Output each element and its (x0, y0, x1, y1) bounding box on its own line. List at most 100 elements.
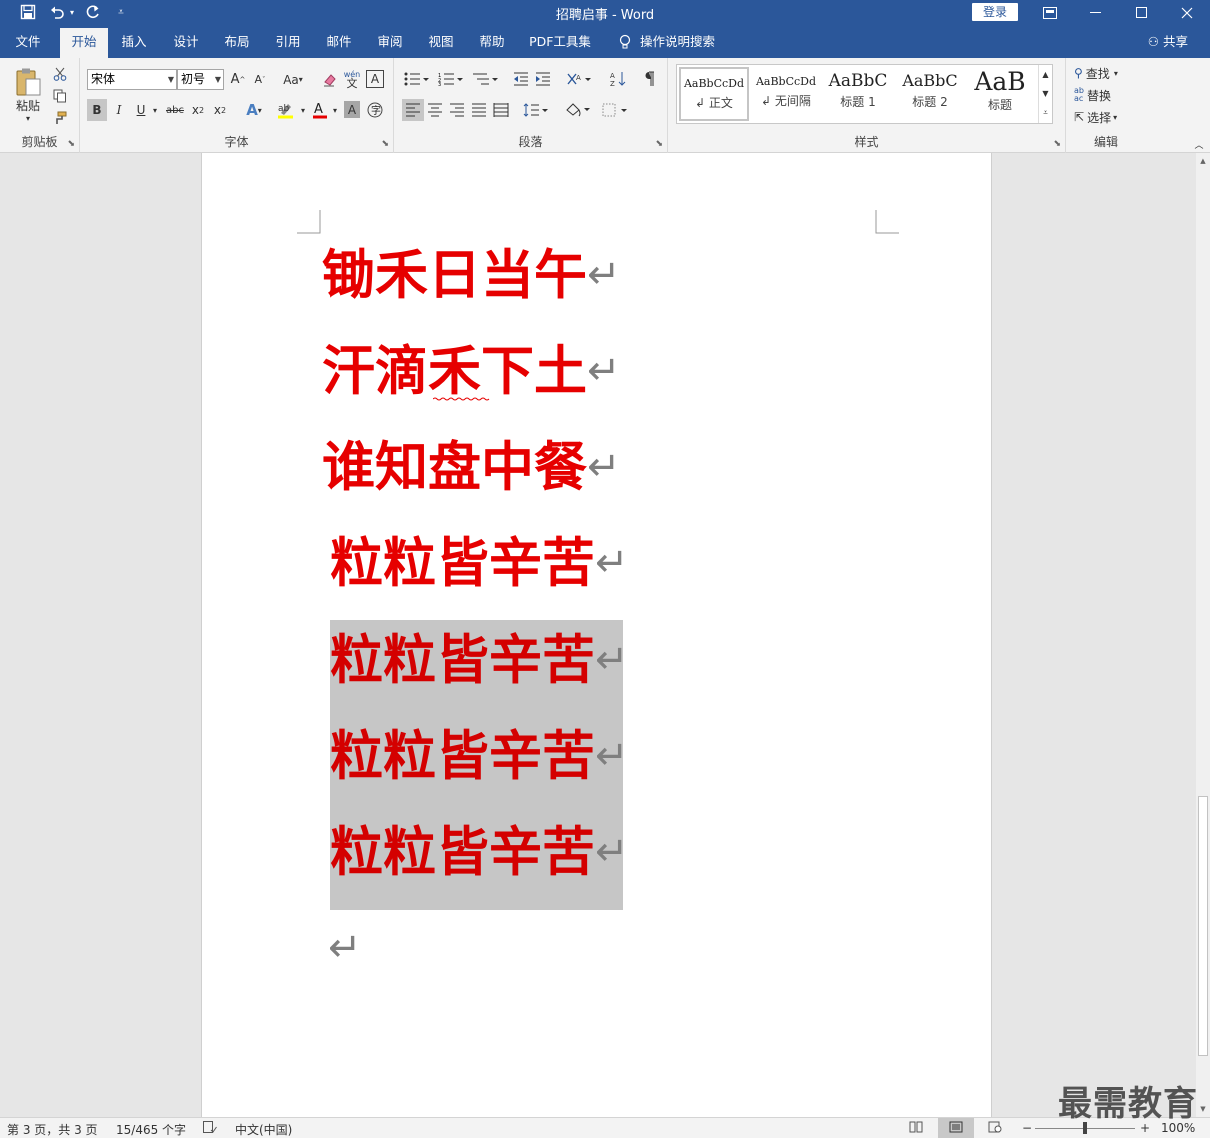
style-normal[interactable]: AaBbCcDd ↲ 正文 (679, 67, 749, 121)
tell-me-search[interactable]: 操作说明搜索 (640, 26, 720, 58)
grow-font-icon[interactable]: A ^ (228, 69, 248, 90)
bold-button[interactable]: B (87, 99, 107, 121)
borders-icon[interactable] (599, 99, 631, 121)
underline-dropdown-icon[interactable]: ▾ (150, 99, 160, 121)
tab-view[interactable]: 视图 (419, 26, 463, 58)
format-painter-icon[interactable] (50, 108, 70, 128)
scroll-thumb[interactable] (1198, 796, 1208, 1056)
superscript-button[interactable]: x2 (210, 99, 230, 121)
style-title[interactable]: AaB 标题 (967, 67, 1033, 121)
cut-icon[interactable] (50, 64, 70, 84)
styles-more-icon[interactable]: ⩡ (1038, 103, 1052, 123)
bullets-icon[interactable] (402, 68, 432, 90)
document-page[interactable]: 锄禾日当午 ↵ 汗滴禾下土 ↵ 谁知盘中餐 ↵ 粒粒皆辛苦 ↵ 粒粒皆辛苦 ↵ 粒粒皆辛苦… (201, 153, 992, 1117)
font-size-box[interactable]: 初号 ▼ (177, 69, 224, 90)
style-no-spacing[interactable]: AaBbCcDd ↲ 无间隔 (751, 67, 821, 121)
paragraph-launcher-icon[interactable]: ⬊ (655, 139, 663, 149)
proofing-icon[interactable] (203, 1121, 217, 1137)
replace-button[interactable]: ab ac 替换 (1074, 85, 1138, 105)
undo-dropdown-icon[interactable]: ▾ (67, 2, 77, 22)
align-right-icon[interactable] (447, 99, 467, 121)
style-heading-1[interactable]: AaBbC 标题 1 (823, 67, 893, 121)
enclose-characters-icon[interactable]: 字 (365, 100, 385, 120)
tab-help[interactable]: 帮助 (470, 26, 514, 58)
chinese-layout-icon[interactable]: A (564, 68, 594, 90)
numbering-icon[interactable]: 123 (436, 68, 466, 90)
subscript-button[interactable]: x2 (188, 99, 208, 121)
font-name-box[interactable]: 宋体 ▼ (87, 69, 177, 90)
tab-references[interactable]: 引用 (266, 26, 310, 58)
text-line-selected[interactable]: 粒粒皆辛苦 ↵ (330, 625, 629, 695)
vertical-scrollbar[interactable]: ▲ ▼ (1196, 153, 1210, 1117)
phonetic-guide-icon[interactable]: wén 文 (342, 67, 362, 90)
scroll-up-icon[interactable]: ▲ (1196, 155, 1210, 167)
shrink-font-icon[interactable]: Aˇ (250, 69, 270, 90)
close-icon[interactable] (1164, 0, 1210, 26)
show-formatting-marks-icon[interactable] (638, 68, 658, 90)
copy-icon[interactable] (50, 86, 70, 106)
tab-insert[interactable]: 插入 (112, 26, 156, 58)
text-line[interactable]: 汗滴禾下土 ↵ (322, 336, 621, 406)
sort-icon[interactable]: AZ (608, 68, 628, 90)
language[interactable]: 中文(中国) (235, 1121, 292, 1138)
tab-mailings[interactable]: 邮件 (317, 26, 361, 58)
line-spacing-icon[interactable] (520, 99, 552, 121)
styles-launcher-icon[interactable]: ⬊ (1053, 139, 1061, 149)
character-border-icon[interactable]: A (366, 70, 384, 88)
customize-quick-access-icon[interactable]: ⩡ (112, 2, 130, 22)
text-line[interactable]: 锄禾日当午 ↵ (322, 240, 621, 310)
share-button[interactable]: ⚇ 共享 (1148, 26, 1188, 58)
scroll-down-icon[interactable]: ▼ (1196, 1103, 1210, 1115)
font-launcher-icon[interactable]: ⬊ (381, 139, 389, 149)
clipboard-launcher-icon[interactable]: ⬊ (67, 139, 75, 149)
maximize-icon[interactable] (1119, 0, 1165, 26)
change-case-button[interactable]: Aa ▾ (278, 69, 308, 90)
tab-home[interactable]: 开始 (60, 28, 108, 58)
tab-design[interactable]: 设计 (164, 26, 208, 58)
tab-layout[interactable]: 布局 (215, 26, 259, 58)
italic-button[interactable]: I (109, 99, 129, 121)
style-heading-2[interactable]: AaBbC 标题 2 (895, 67, 965, 121)
tab-review[interactable]: 审阅 (368, 26, 412, 58)
login-button[interactable]: 登录 (972, 3, 1018, 21)
select-button[interactable]: ⇱ 选择 ▾ (1074, 107, 1138, 127)
text-line-selected[interactable]: 粒粒皆辛苦 ↵ (330, 817, 629, 887)
text-line-selected[interactable]: 粒粒皆辛苦 ↵ (330, 721, 629, 791)
styles-scroll-down-icon[interactable]: ▼ (1038, 84, 1052, 103)
decrease-indent-icon[interactable] (511, 68, 531, 90)
zoom-out-button[interactable]: − (1022, 1121, 1032, 1135)
multilevel-list-icon[interactable] (470, 68, 502, 90)
increase-indent-icon[interactable] (533, 68, 553, 90)
word-count[interactable]: 15/465 个字 (116, 1121, 186, 1138)
strikethrough-button[interactable]: abc (164, 99, 186, 121)
find-button[interactable]: ⚲ 查找 ▾ (1074, 63, 1138, 83)
character-shading-icon[interactable]: A (344, 101, 360, 118)
clear-formatting-icon[interactable] (320, 69, 340, 90)
distributed-icon[interactable] (491, 99, 511, 121)
ribbon-display-options-icon[interactable] (1027, 0, 1073, 26)
web-layout-icon[interactable] (988, 1121, 1002, 1136)
redo-icon[interactable] (82, 2, 104, 22)
collapse-ribbon-icon[interactable]: ︿ (1192, 138, 1206, 151)
save-icon[interactable] (16, 2, 40, 22)
undo-icon[interactable] (46, 2, 68, 22)
styles-scroll-up-icon[interactable]: ▲ (1038, 65, 1052, 84)
minimize-icon[interactable] (1073, 0, 1119, 26)
text-line[interactable]: 谁知盘中餐 ↵ (322, 432, 621, 502)
paste-button[interactable]: 粘贴 ▾ (10, 64, 46, 126)
font-color-button[interactable]: A (310, 99, 330, 121)
align-left-icon[interactable] (402, 99, 424, 121)
text-line[interactable]: 粒粒皆辛苦 ↵ (330, 528, 629, 598)
text-highlight-button[interactable]: ab (272, 99, 300, 121)
highlight-dropdown-icon[interactable]: ▾ (298, 99, 308, 121)
tab-file[interactable]: 文件 (6, 26, 50, 58)
justify-icon[interactable] (469, 99, 489, 121)
read-mode-icon[interactable] (909, 1121, 923, 1136)
tab-pdf-tools[interactable]: PDF工具集 (523, 26, 597, 58)
align-center-icon[interactable] (425, 99, 445, 121)
font-color-dropdown-icon[interactable]: ▾ (330, 99, 340, 121)
text-effects-button[interactable]: A ▾ (240, 99, 268, 121)
print-layout-icon[interactable] (938, 1118, 974, 1138)
page-count[interactable]: 第 3 页，共 3 页 (7, 1121, 98, 1138)
shading-icon[interactable] (562, 99, 594, 121)
